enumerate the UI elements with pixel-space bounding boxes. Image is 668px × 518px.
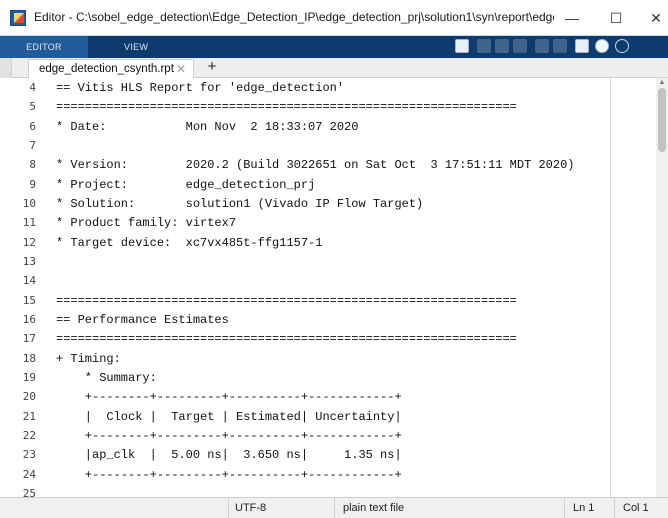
- line-text: + Timing:: [56, 351, 121, 366]
- matlab-app-icon: [10, 10, 26, 26]
- save-icon[interactable]: [455, 39, 469, 53]
- tab-view[interactable]: VIEW: [124, 36, 148, 58]
- line-number: 16: [22, 312, 36, 326]
- line-text: +--------+---------+----------+---------…: [56, 467, 402, 482]
- line-text: ========================================…: [56, 293, 517, 308]
- line-text: * Solution: solution1 (Vivado IP Flow Ta…: [56, 196, 424, 211]
- redo-icon[interactable]: [553, 39, 567, 53]
- line-text: * Project: edge_detection_prj: [56, 177, 316, 192]
- line-number: 15: [22, 293, 36, 307]
- code-line: 22 +--------+---------+----------+------…: [0, 426, 656, 445]
- code-line: 24 +--------+---------+----------+------…: [0, 465, 656, 484]
- code-line: 11 * Product family: virtex7: [0, 213, 656, 232]
- line-number: 19: [22, 370, 36, 384]
- code-line: 17 ======================================…: [0, 329, 656, 348]
- line-number: 22: [22, 428, 36, 442]
- line-text: +--------+---------+----------+---------…: [56, 390, 402, 405]
- line-number: 18: [22, 351, 36, 365]
- code-line: 10 * Solution: solution1 (Vivado IP Flow …: [0, 194, 656, 213]
- title-bar: Editor - C:\sobel_edge_detection\Edge_De…: [0, 0, 668, 36]
- line-text: * Version: 2020.2 (Build 3022651 on Sat …: [56, 158, 575, 173]
- line-number: 7: [29, 138, 36, 152]
- status-column: Col 1: [614, 498, 668, 518]
- line-text: == Vitis HLS Report for 'edge_detection': [56, 81, 345, 95]
- status-bar: UTF-8 plain text file Ln 1 Col 1: [0, 497, 668, 518]
- line-text: * Summary:: [56, 370, 157, 385]
- status-encoding: UTF-8: [228, 498, 334, 518]
- line-number: 5: [29, 100, 36, 114]
- code-line: 9 * Project: edge_detection_prj: [0, 175, 656, 194]
- new-tab-button[interactable]: +: [202, 59, 222, 77]
- code-line: 12 * Target device: xc7vx485t-ffg1157-1: [0, 233, 656, 252]
- line-number: 4: [29, 81, 36, 94]
- line-text: |ap_clk | 5.00 ns| 3.650 ns| 1.35 ns|: [56, 448, 402, 463]
- close-button[interactable]: ✕: [636, 6, 668, 30]
- code-line: 16 == Performance Estimates: [0, 310, 656, 329]
- code-line: 4 == Vitis HLS Report for 'edge_detection…: [0, 78, 656, 97]
- code-line: 18 + Timing:: [0, 349, 656, 368]
- scroll-thumb[interactable]: [658, 88, 666, 152]
- line-text: ========================================…: [56, 332, 517, 347]
- copy-icon[interactable]: [495, 39, 509, 53]
- file-tab-label: edge_detection_csynth.rpt: [39, 63, 174, 75]
- minimize-toolstrip-icon[interactable]: [615, 39, 629, 53]
- line-number: 17: [22, 332, 36, 346]
- scroll-up-arrow-icon[interactable]: ▲: [658, 79, 666, 87]
- switch-windows-icon[interactable]: [575, 39, 589, 53]
- maximize-button[interactable]: ☐: [596, 6, 636, 30]
- line-text: * Product family: virtex7: [56, 216, 237, 231]
- text-editor[interactable]: 4 == Vitis HLS Report for 'edge_detection…: [0, 78, 656, 497]
- ribbon: EDITOR VIEW: [0, 36, 668, 58]
- line-number: 11: [22, 216, 36, 230]
- line-number: 12: [22, 235, 36, 249]
- tab-grip[interactable]: [0, 58, 12, 78]
- line-number: 24: [22, 467, 36, 481]
- line-text: == Performance Estimates: [56, 312, 229, 327]
- document-tabstrip: edge_detection_csynth.rpt ✕ +: [0, 58, 668, 78]
- code-line: 6 * Date: Mon Nov 2 18:33:07 2020: [0, 117, 656, 136]
- status-line: Ln 1: [564, 498, 614, 518]
- line-number: 9: [29, 177, 36, 191]
- line-number: 8: [29, 158, 36, 172]
- line-text: | Clock | Target | Estimated| Uncertaint…: [56, 409, 402, 424]
- minimize-button[interactable]: —: [552, 6, 592, 30]
- line-number: 13: [22, 254, 36, 268]
- tab-editor[interactable]: EDITOR: [0, 36, 88, 58]
- code-line: 19 * Summary:: [0, 368, 656, 387]
- code-line: 5 =======================================…: [0, 97, 656, 116]
- undo-icon[interactable]: [535, 39, 549, 53]
- line-text: * Target device: xc7vx485t-ffg1157-1: [56, 235, 323, 250]
- code-line: 14: [0, 271, 656, 290]
- line-number: 14: [22, 274, 36, 288]
- line-number: 6: [29, 119, 36, 133]
- line-number: 20: [22, 390, 36, 404]
- code-line: 15 ======================================…: [0, 291, 656, 310]
- status-file-type: plain text file: [334, 498, 564, 518]
- tab-edge-detection-csynth[interactable]: edge_detection_csynth.rpt ✕: [28, 59, 194, 78]
- line-text: +--------+---------+----------+---------…: [56, 428, 402, 443]
- code-line: 7: [0, 136, 656, 155]
- code-line: 20 +--------+---------+----------+------…: [0, 387, 656, 406]
- line-number: 23: [22, 448, 36, 462]
- quick-access-toolbar: [455, 39, 668, 55]
- line-text: ========================================…: [56, 100, 517, 115]
- line-number: 10: [22, 196, 36, 210]
- close-tab-icon[interactable]: ✕: [176, 62, 186, 76]
- cut-icon[interactable]: [477, 39, 491, 53]
- window-title: Editor - C:\sobel_edge_detection\Edge_De…: [34, 10, 554, 24]
- code-line: 23 |ap_clk | 5.00 ns| 3.650 ns| 1.35 ns|: [0, 445, 656, 464]
- line-text: * Date: Mon Nov 2 18:33:07 2020: [56, 119, 359, 134]
- code-line: 25: [0, 484, 656, 497]
- paste-icon[interactable]: [513, 39, 527, 53]
- code-line: 21 | Clock | Target | Estimated| Uncerta…: [0, 407, 656, 426]
- line-number: 25: [22, 486, 36, 497]
- help-icon[interactable]: [595, 39, 609, 53]
- code-line: 8 * Version: 2020.2 (Build 3022651 on Sat…: [0, 155, 656, 174]
- vertical-scrollbar[interactable]: ▲: [656, 78, 668, 497]
- code-line: 13: [0, 252, 656, 271]
- line-number: 21: [22, 409, 36, 423]
